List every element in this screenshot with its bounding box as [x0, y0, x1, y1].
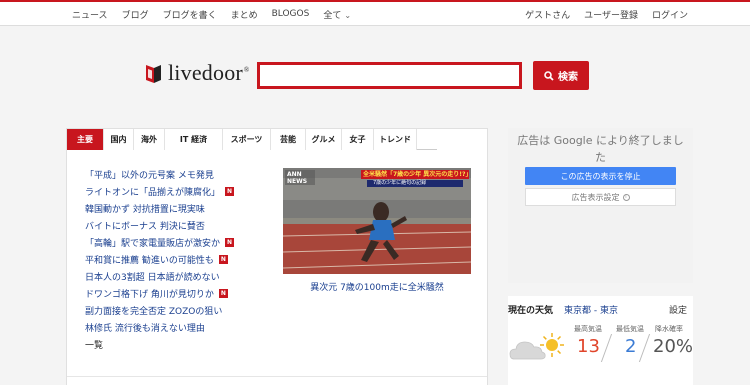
- tab-it-economy[interactable]: IT 経済: [165, 129, 223, 150]
- headline-link[interactable]: 日本人の3割超 日本語が読めない: [85, 270, 220, 283]
- nav-blog[interactable]: ブログ: [122, 8, 149, 21]
- news-divider: [67, 376, 487, 377]
- label-high: 最高気温: [574, 325, 602, 333]
- guest-user[interactable]: ゲストさん: [525, 8, 570, 21]
- tab-sports[interactable]: スポーツ: [223, 129, 271, 150]
- rain-chance-value: 20%: [653, 336, 694, 357]
- login-link[interactable]: ログイン: [652, 8, 688, 21]
- tab-world[interactable]: 海外: [134, 129, 165, 150]
- nav-all-label: 全て: [323, 10, 342, 21]
- ad-closed-panel: 広告は Google により終了しました この広告の表示を停止 広告表示設定 i: [508, 128, 693, 283]
- photo-overlay-headline: 全米騒然「7歳の少年 異次元の走り!?」: [363, 171, 471, 178]
- register-link[interactable]: ユーザー登録: [584, 8, 638, 21]
- headline-link[interactable]: 平和賞に推薦 勧進いの可能性も: [85, 253, 214, 266]
- ad-settings-button[interactable]: 広告表示設定 i: [525, 188, 676, 206]
- news-panel: 主要 国内 海外 IT 経済 スポーツ 芸能 グルメ 女子 トレンド 「平成」以…: [66, 128, 488, 385]
- temp-low-value: 2: [625, 336, 637, 357]
- divider: [600, 334, 613, 362]
- tab-trend[interactable]: トレンド: [374, 129, 417, 150]
- headline-item: ドワンゴ格下げ 角川が見切りか N: [85, 285, 234, 302]
- global-nav: ニュース ブログ ブログを書く まとめ BLOGOS 全て ⌄: [72, 2, 351, 26]
- new-badge: N: [218, 255, 228, 264]
- weather-widget: 現在の天気 東京都 - 東京 設定 最高気温 最低気温 降水確率 13 2 20…: [508, 296, 693, 385]
- global-header: ニュース ブログ ブログを書く まとめ BLOGOS 全て ⌄ ゲストさん ユーザ…: [0, 2, 750, 26]
- headline-link[interactable]: 林修氏 流行後も消えない理由: [85, 321, 205, 334]
- ad-stop-button[interactable]: この広告の表示を停止: [525, 167, 676, 185]
- tab-gourmet[interactable]: グルメ: [306, 129, 342, 150]
- more-link[interactable]: 一覧: [85, 338, 103, 351]
- temp-high-value: 13: [577, 336, 600, 357]
- headline-item: ライトオンに「品揃えが陳腐化」 N: [85, 183, 235, 200]
- search-button[interactable]: 検索: [533, 61, 589, 90]
- weather-settings-link[interactable]: 設定: [669, 303, 687, 316]
- headline-item: 林修氏 流行後も消えない理由: [85, 319, 234, 336]
- nav-blogos[interactable]: BLOGOS: [272, 9, 310, 19]
- headline-link[interactable]: ライトオンに「品揃えが陳腐化」: [85, 185, 220, 198]
- headline-link[interactable]: 副力面接を完全否定 ZOZOの狙い: [85, 304, 222, 317]
- new-badge: N: [218, 289, 228, 298]
- livedoor-logo[interactable]: livedoor®: [142, 60, 249, 86]
- logo-text: livedoor®: [168, 60, 250, 85]
- tab-women[interactable]: 女子: [342, 129, 374, 150]
- label-rain: 降水確率: [655, 325, 683, 333]
- new-badge: N: [225, 238, 235, 247]
- new-badge: N: [225, 187, 235, 196]
- search-input[interactable]: [260, 65, 519, 86]
- news-brand-overlay: ANN NEWS: [287, 171, 308, 185]
- tab-main[interactable]: 主要: [67, 129, 104, 150]
- nav-news[interactable]: ニュース: [72, 8, 108, 21]
- tab-entertainment[interactable]: 芸能: [271, 129, 306, 150]
- label-low: 最低気温: [616, 325, 644, 333]
- cloud-sun-icon: [509, 333, 564, 360]
- tab-domestic[interactable]: 国内: [104, 129, 134, 150]
- ad-closed-message: 広告は Google により終了しました: [517, 134, 684, 164]
- livedoor-logo-mark-icon: [146, 65, 161, 83]
- headline-item: 「高輪」駅で家電量販店が激安か N: [85, 234, 235, 251]
- headline-link[interactable]: 「平成」以外の元号案 メモ発見: [85, 168, 214, 181]
- more-item: 一覧: [85, 336, 234, 353]
- weather-labels: 最高気温 最低気温 降水確率: [572, 324, 693, 334]
- headline-list: 「平成」以外の元号案 メモ発見 ライトオンに「品揃えが陳腐化」 N 韓国動かず 対…: [85, 166, 235, 353]
- headline-link[interactable]: 韓国動かず 対抗措置に現実味: [85, 202, 205, 215]
- headline-item: 「平成」以外の元号案 メモ発見: [85, 166, 234, 183]
- weather-title: 現在の天気: [508, 306, 554, 316]
- headline-item: 平和賞に推薦 勧進いの可能性も N: [85, 251, 234, 268]
- user-nav: ゲストさん ユーザー登録 ログイン: [525, 2, 688, 26]
- photo-overlay-sub: 7歳の少年に絶句の記録: [373, 180, 427, 186]
- nav-write-blog[interactable]: ブログを書く: [163, 8, 217, 21]
- nav-all[interactable]: 全て ⌄: [323, 8, 351, 21]
- headline-link[interactable]: 「高輪」駅で家電量販店が激安か: [85, 236, 220, 249]
- divider: [638, 334, 651, 362]
- news-category-tabs: 主要 国内 海外 IT 経済 スポーツ 芸能 グルメ 女子 トレンド: [67, 129, 437, 150]
- headline-item: バイトにボーナス 判決に賛否: [85, 217, 234, 234]
- search-button-label: 検索: [558, 72, 578, 83]
- chevron-down-icon: ⌄: [344, 10, 352, 20]
- ad-settings-label: 広告表示設定: [571, 192, 620, 202]
- headline-link[interactable]: バイトにボーナス 判決に賛否: [85, 219, 205, 232]
- featured-photo-caption[interactable]: 異次元 7歳の100m走に全米騒然: [275, 280, 479, 293]
- headline-item: 韓国動かず 対抗措置に現実味: [85, 200, 234, 217]
- info-icon: i: [622, 193, 630, 201]
- headline-item: 副力面接を完全否定 ZOZOの狙い: [85, 302, 234, 319]
- search-icon: [544, 70, 554, 81]
- headline-item: 日本人の3割超 日本語が読めない: [85, 268, 234, 285]
- weather-header: 現在の天気 東京都 - 東京 設定: [508, 303, 693, 316]
- headline-link[interactable]: ドワンゴ格下げ 角川が見切りか: [85, 287, 214, 300]
- nav-matome[interactable]: まとめ: [231, 8, 258, 21]
- search-field-frame: [257, 62, 522, 89]
- featured-photo[interactable]: ANN NEWS 全米騒然「7歳の少年 異次元の走り!?」 7歳の少年に絶句の記…: [283, 168, 471, 274]
- weather-location-link[interactable]: 東京都 - 東京: [564, 303, 618, 316]
